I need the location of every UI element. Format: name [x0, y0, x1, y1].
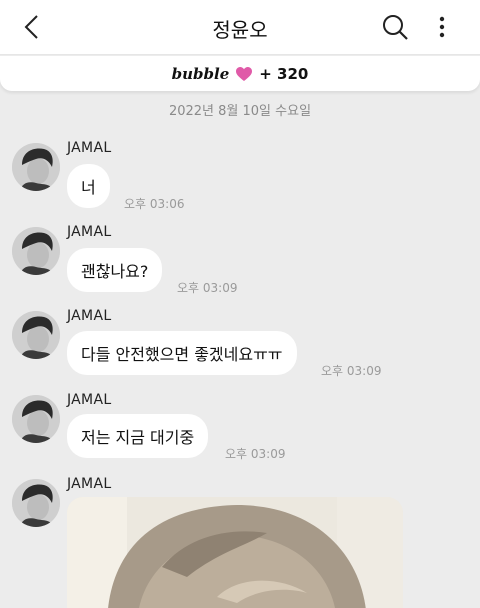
message-time: 오후 03:06: [124, 197, 185, 211]
date-divider: 2022년 8월 10일 수요일: [168, 104, 312, 119]
sender-name: JAMAL: [67, 308, 112, 324]
heart-icon: [236, 66, 253, 81]
sender-name: JAMAL: [67, 224, 112, 240]
sender-name: JAMAL: [67, 476, 112, 492]
avatar[interactable]: [12, 479, 60, 527]
message-bubble[interactable]: 다들 안전했으면 좋겠네요ㅠㅠ: [67, 331, 297, 375]
avatar[interactable]: [12, 311, 60, 359]
heart-count: + 320: [259, 64, 309, 83]
search-icon[interactable]: [380, 12, 410, 42]
message-time: 오후 03:09: [177, 281, 238, 295]
more-vertical-icon[interactable]: [430, 12, 454, 42]
message-time: 오후 03:09: [321, 364, 382, 378]
bubble-banner[interactable]: bubble + 320: [0, 56, 480, 91]
photo-message[interactable]: [67, 497, 403, 608]
avatar[interactable]: [12, 395, 60, 443]
chat-header: 정윤오: [0, 0, 480, 55]
bubble-logo: bubble: [171, 64, 230, 83]
avatar[interactable]: [12, 227, 60, 275]
message-bubble[interactable]: 너: [67, 164, 110, 208]
message-bubble[interactable]: 괜찮나요?: [67, 248, 163, 292]
message-time: 오후 03:09: [225, 447, 286, 461]
message-bubble[interactable]: 저는 지금 대기중: [67, 414, 209, 458]
sender-name: JAMAL: [67, 392, 112, 408]
avatar[interactable]: [12, 143, 60, 191]
sender-name: JAMAL: [67, 140, 112, 156]
